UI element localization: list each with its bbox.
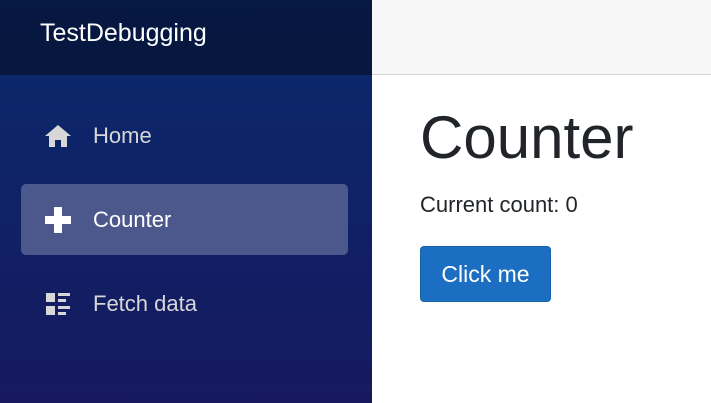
nav-label-fetch-data: Fetch data	[93, 291, 197, 316]
nav-label-home: Home	[93, 123, 152, 148]
page-title: Counter	[420, 104, 634, 171]
nav-item-fetch-data[interactable]: Fetch data	[21, 268, 348, 339]
current-count-text: Current count: 0	[420, 192, 578, 217]
home-icon	[43, 122, 73, 150]
plus-icon	[43, 206, 73, 234]
top-row	[372, 0, 711, 75]
main-content: Counter Current count: 0 Click me	[372, 75, 711, 403]
app-root: TestDebugging Home Counter Fetch data Co…	[0, 0, 711, 403]
nav-item-home[interactable]: Home	[21, 100, 348, 171]
brand-link[interactable]: TestDebugging	[40, 17, 207, 49]
nav-label-counter: Counter	[93, 207, 172, 232]
list-rich-icon	[43, 290, 73, 318]
brand-bar: TestDebugging	[0, 0, 372, 75]
sidebar: TestDebugging Home Counter Fetch data	[0, 0, 372, 403]
nav-item-counter[interactable]: Counter	[21, 184, 348, 255]
click-me-button[interactable]: Click me	[420, 246, 551, 302]
